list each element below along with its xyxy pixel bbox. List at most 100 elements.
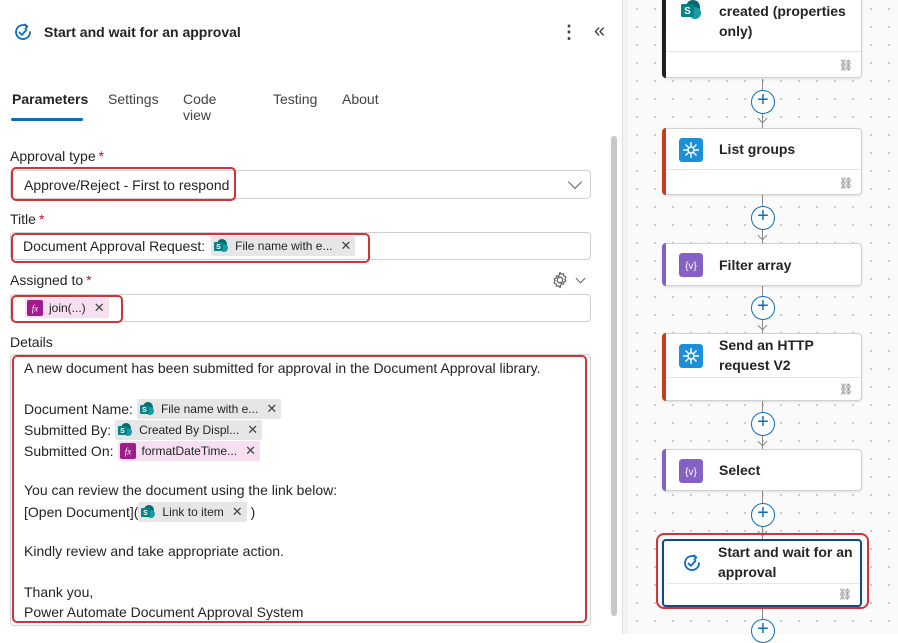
- tab-testing[interactable]: Testing: [273, 91, 317, 107]
- details-line: You can review the document using the li…: [24, 482, 338, 498]
- remove-token-icon[interactable]: ✕: [232, 504, 243, 520]
- card-accent-bar: [662, 243, 666, 286]
- assigned-to-label: Assigned to *: [10, 272, 92, 288]
- expression-token[interactable]: fx join(...) ✕: [25, 298, 109, 318]
- remove-token-icon[interactable]: ✕: [247, 422, 258, 438]
- details-line: Document Name: S File name with e... ✕: [24, 399, 282, 419]
- details-textarea[interactable]: A new document has been submitted for ap…: [10, 354, 591, 626]
- doc-name-label: Document Name:: [24, 401, 133, 417]
- flow-card-start-approval[interactable]: Start and wait for an approval ⛓: [662, 539, 862, 607]
- token-label: Created By Displ...: [139, 423, 240, 437]
- title-prefix-text: Document Approval Request:: [23, 238, 206, 254]
- remove-token-icon[interactable]: ✕: [266, 401, 277, 417]
- http-webhook-icon: [679, 344, 703, 368]
- token-label: join(...): [49, 301, 86, 315]
- tab-parameters[interactable]: Parameters: [12, 91, 88, 107]
- details-line: A new document has been submitted for ap…: [24, 360, 541, 376]
- card-title: Select: [719, 462, 761, 478]
- svg-text:fx: fx: [32, 304, 39, 314]
- link-icon: ⛓: [839, 60, 853, 72]
- card-accent-bar: [662, 333, 666, 401]
- action-details-panel: Start and wait for an approval ⋮ « Param…: [0, 0, 622, 634]
- active-tab-indicator: [11, 118, 83, 121]
- panel-scrollbar[interactable]: [611, 136, 617, 616]
- add-step-icon[interactable]: +: [751, 90, 775, 114]
- card-accent-bar: [662, 0, 666, 78]
- link-prefix-text: [Open Document](: [24, 504, 139, 520]
- svg-text:{v}: {v}: [685, 467, 697, 478]
- flow-card-trigger[interactable]: S When a file is created (properties onl…: [662, 0, 862, 78]
- link-icon: ⛓: [838, 589, 852, 601]
- tab-code-view[interactable]: Code view: [183, 91, 216, 123]
- approval-icon: [684, 554, 700, 571]
- token-label: File name with e...: [235, 239, 333, 253]
- details-line: Kindly review and take appropriate actio…: [24, 543, 284, 559]
- submitted-on-label: Submitted On:: [24, 443, 114, 459]
- svg-text:S: S: [684, 6, 691, 17]
- remove-token-icon[interactable]: ✕: [94, 300, 105, 316]
- sharepoint-icon: S: [139, 402, 154, 415]
- details-line: Submitted On: fx formatDateTime... ✕: [24, 441, 260, 461]
- card-title: When a file is created (properties only): [719, 3, 846, 39]
- details-line: Submitted By: S Created By Displ... ✕: [24, 420, 263, 440]
- assigned-to-input[interactable]: fx join(...) ✕: [10, 294, 591, 322]
- add-step-icon[interactable]: +: [751, 296, 775, 320]
- dynamic-content-token[interactable]: S File name with e... ✕: [136, 399, 282, 419]
- sharepoint-icon: S: [214, 239, 229, 252]
- token-label: Link to item: [162, 505, 224, 519]
- chevron-down-icon[interactable]: [575, 273, 586, 284]
- svg-text:S: S: [216, 244, 221, 251]
- flow-card-select[interactable]: {v} Select: [662, 449, 862, 491]
- sharepoint-icon: S: [141, 505, 156, 518]
- svg-text:S: S: [142, 407, 147, 414]
- card-separator: [666, 377, 861, 378]
- card-separator: [666, 169, 861, 170]
- card-accent-bar: [662, 128, 666, 195]
- svg-text:S: S: [120, 428, 125, 435]
- settings-gear-icon[interactable]: [550, 270, 570, 290]
- sharepoint-icon: S: [681, 0, 701, 19]
- details-line: [Open Document]( S Link to item ✕ ): [24, 502, 255, 522]
- flow-card-filter-array[interactable]: {v} Filter array: [662, 243, 862, 286]
- card-separator: [667, 583, 860, 584]
- expression-fx-icon: fx: [119, 443, 136, 459]
- expression-token[interactable]: fx formatDateTime... ✕: [117, 441, 260, 461]
- title-input[interactable]: Document Approval Request: S File name w…: [10, 232, 591, 260]
- svg-text:{v}: {v}: [685, 261, 697, 272]
- add-step-icon[interactable]: +: [751, 206, 775, 230]
- more-vertical-icon[interactable]: ⋮: [560, 20, 578, 44]
- card-title: Send an HTTP request V2: [719, 337, 814, 373]
- remove-token-icon[interactable]: ✕: [340, 238, 351, 254]
- svg-text:fx: fx: [124, 447, 131, 457]
- flow-card-list-groups[interactable]: List groups ⛓: [662, 128, 862, 195]
- add-step-icon[interactable]: +: [751, 412, 775, 436]
- http-webhook-icon: [679, 138, 703, 162]
- dynamic-content-token[interactable]: S File name with e... ✕: [211, 236, 356, 256]
- card-accent-bar: [662, 449, 666, 491]
- sharepoint-icon: S: [118, 423, 133, 436]
- title-label: Title *: [10, 211, 45, 227]
- tab-settings[interactable]: Settings: [108, 91, 159, 107]
- dynamic-content-token[interactable]: S Created By Displ... ✕: [115, 420, 263, 440]
- add-step-icon[interactable]: +: [751, 503, 775, 527]
- dynamic-content-token[interactable]: S Link to item ✕: [138, 502, 247, 522]
- data-operation-icon: {v}: [679, 459, 703, 483]
- details-line: Power Automate Document Approval System: [24, 604, 304, 620]
- approval-type-dropdown[interactable]: Approve/Reject - First to respond: [10, 170, 591, 199]
- approval-type-value: Approve/Reject - First to respond: [24, 177, 230, 193]
- flow-card-send-http[interactable]: Send an HTTP request V2 ⛓: [662, 333, 862, 401]
- collapse-panel-icon[interactable]: «: [594, 19, 614, 43]
- tab-about[interactable]: About: [342, 91, 379, 107]
- card-separator: [666, 51, 861, 52]
- data-operation-icon: {v}: [679, 253, 703, 277]
- link-icon: ⛓: [839, 384, 853, 396]
- svg-text:S: S: [144, 510, 149, 517]
- link-icon: ⛓: [839, 178, 853, 190]
- submitted-by-label: Submitted By:: [24, 422, 112, 438]
- remove-token-icon[interactable]: ✕: [245, 443, 256, 459]
- token-label: File name with e...: [160, 402, 259, 416]
- details-line: Thank you,: [24, 584, 94, 600]
- add-step-icon[interactable]: +: [751, 619, 775, 643]
- details-label: Details: [10, 334, 53, 350]
- expression-fx-icon: fx: [27, 300, 43, 316]
